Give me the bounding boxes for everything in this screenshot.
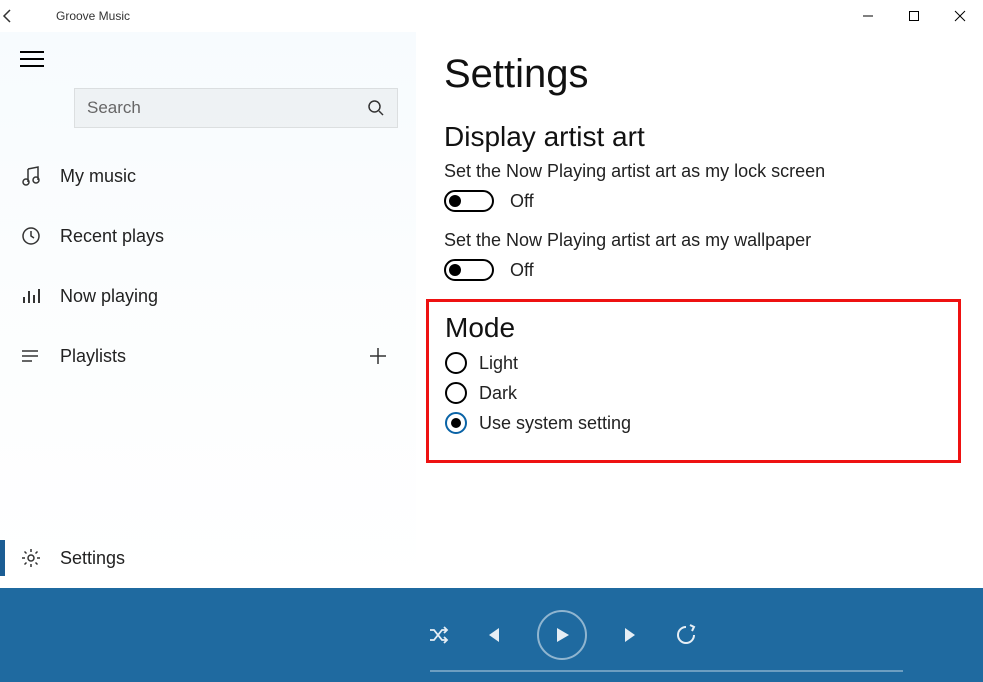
maximize-button[interactable]: [891, 0, 937, 32]
equalizer-icon: [20, 285, 60, 307]
music-icon: [20, 165, 60, 187]
sidebar-item-label: Playlists: [60, 346, 368, 367]
hamburger-button[interactable]: [0, 32, 416, 80]
progress-bar[interactable]: [430, 670, 903, 672]
radio-icon: [445, 352, 467, 374]
mode-section-highlight: Mode Light Dark Use system setting: [426, 299, 961, 463]
mode-option-dark[interactable]: Dark: [445, 382, 942, 404]
section-heading-artist-art: Display artist art: [444, 121, 955, 153]
playlist-icon: [20, 345, 60, 367]
add-playlist-button[interactable]: [368, 346, 416, 366]
radio-label: Light: [479, 353, 518, 374]
sidebar-item-recent-plays[interactable]: Recent plays: [0, 206, 416, 266]
sidebar-item-label: My music: [60, 166, 416, 187]
sidebar-item-settings[interactable]: Settings: [0, 528, 416, 588]
wallpaper-art-toggle[interactable]: [444, 259, 494, 281]
radio-label: Dark: [479, 383, 517, 404]
title-bar: Groove Music: [0, 0, 983, 32]
search-input[interactable]: Search: [74, 88, 398, 128]
sidebar-item-playlists[interactable]: Playlists: [0, 326, 416, 386]
close-button[interactable]: [937, 0, 983, 32]
lockscreen-art-label: Set the Now Playing artist art as my loc…: [444, 161, 955, 182]
back-button[interactable]: [0, 8, 48, 24]
next-button[interactable]: [621, 625, 641, 645]
wallpaper-art-label: Set the Now Playing artist art as my wal…: [444, 230, 955, 251]
sidebar-item-my-music[interactable]: My music: [0, 146, 416, 206]
radio-icon: [445, 382, 467, 404]
sidebar-item-label: Now playing: [60, 286, 416, 307]
lockscreen-art-state: Off: [510, 191, 534, 212]
search-icon: [367, 99, 385, 117]
page-title: Settings: [444, 52, 955, 97]
window-title: Groove Music: [48, 9, 130, 23]
gear-icon: [20, 547, 60, 569]
lockscreen-art-toggle[interactable]: [444, 190, 494, 212]
radio-icon: [445, 412, 467, 434]
sidebar-item-label: Recent plays: [60, 226, 416, 247]
search-placeholder: Search: [87, 98, 367, 118]
settings-panel: Settings Display artist art Set the Now …: [416, 32, 983, 588]
mode-option-system[interactable]: Use system setting: [445, 412, 942, 434]
play-button[interactable]: [537, 610, 587, 660]
wallpaper-art-state: Off: [510, 260, 534, 281]
minimize-button[interactable]: [845, 0, 891, 32]
sidebar: Search My music Recent plays: [0, 32, 416, 588]
sidebar-item-now-playing[interactable]: Now playing: [0, 266, 416, 326]
mode-option-light[interactable]: Light: [445, 352, 942, 374]
playback-bar: [0, 588, 983, 682]
sidebar-item-label: Settings: [60, 548, 416, 569]
previous-button[interactable]: [483, 625, 503, 645]
radio-label: Use system setting: [479, 413, 631, 434]
section-heading-mode: Mode: [445, 312, 942, 344]
repeat-button[interactable]: [675, 624, 697, 646]
clock-icon: [20, 225, 60, 247]
shuffle-button[interactable]: [427, 624, 449, 646]
